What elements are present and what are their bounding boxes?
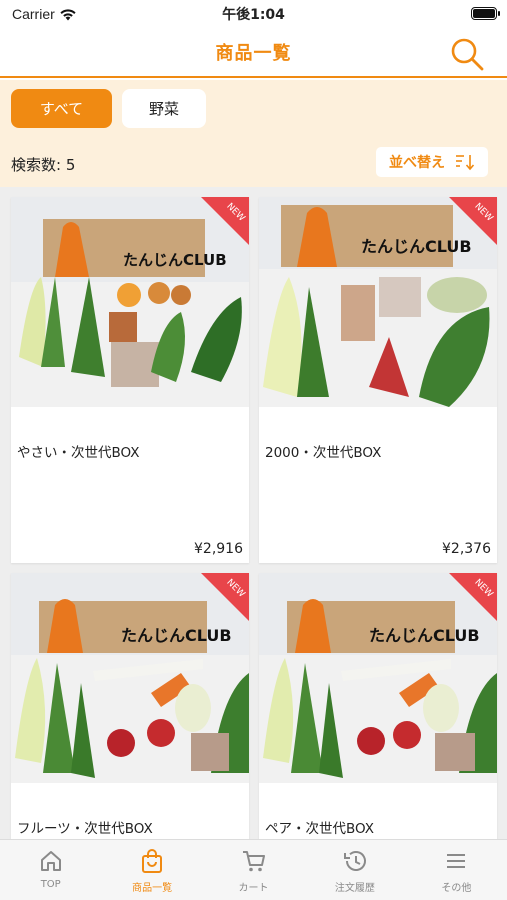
product-name: ペア・次世代BOX [265, 821, 375, 837]
product-card[interactable]: たんじんCLUB NEW やさい・次世代BOX ¥2,916 [11, 197, 249, 563]
product-card[interactable]: たんじんCLUB NEW 2000・次世代BOX ¥2,376 [259, 197, 497, 563]
product-name: フルーツ・次世代BOX [17, 821, 153, 837]
filter-chip-all[interactable]: すべて [11, 89, 112, 128]
tab-top[interactable]: TOP [0, 840, 101, 900]
tab-order-history[interactable]: 注文履歴 [304, 840, 405, 900]
tab-products[interactable]: 商品一覧 [101, 840, 202, 900]
new-badge: NEW [449, 197, 497, 245]
product-name: 2000・次世代BOX [265, 445, 382, 461]
sort-label: 並べ替え [389, 155, 445, 171]
status-time: 午後1:04 [222, 7, 285, 23]
result-count: 検索数: 5 [11, 156, 76, 174]
sort-button[interactable]: 並べ替え [376, 147, 488, 177]
tab-label: 注文履歴 [334, 883, 375, 894]
tab-other[interactable]: その他 [406, 840, 507, 900]
home-icon [40, 851, 61, 871]
tab-label: TOP [40, 879, 61, 890]
product-name: やさい・次世代BOX [17, 445, 140, 461]
svg-text:たんじんCLUB: たんじんCLUB [369, 626, 480, 645]
new-badge: NEW [449, 573, 497, 621]
battery-icon [471, 7, 500, 20]
sort-icon [456, 155, 475, 171]
product-price: ¥2,376 [442, 541, 491, 557]
new-badge: NEW [201, 573, 249, 621]
search-icon[interactable] [449, 36, 485, 72]
svg-text:たんじんCLUB: たんじんCLUB [123, 251, 227, 269]
filter-area: すべて 野菜 検索数: 5 並べ替え [0, 80, 507, 187]
tab-label: カート [238, 883, 269, 894]
shopping-bag-icon [142, 849, 163, 873]
tab-label: その他 [441, 883, 472, 894]
tab-bar: TOP 商品一覧 カート 注文履歴 その他 [0, 839, 507, 900]
product-card[interactable]: たんじんCLUB NEW ペア・次世代BOX [259, 573, 497, 839]
product-grid: たんじんCLUB NEW やさい・次世代BOX ¥2,916 たんじんCLUB … [0, 187, 507, 839]
status-bar: Carrier 午後1:04 [0, 0, 507, 28]
history-icon [343, 851, 366, 871]
cart-icon [242, 851, 265, 872]
filter-chip-vegetables[interactable]: 野菜 [122, 89, 206, 128]
tab-label: 商品一覧 [132, 883, 173, 894]
product-price: ¥2,916 [194, 541, 243, 557]
tab-cart[interactable]: カート [203, 840, 304, 900]
page-title: 商品一覧 [215, 43, 292, 64]
new-badge: NEW [201, 197, 249, 245]
menu-icon [447, 854, 466, 868]
product-card[interactable]: たんじんCLUB NEW フルーツ・次世代BOX [11, 573, 249, 839]
svg-text:たんじんCLUB: たんじんCLUB [121, 626, 232, 645]
navigation-bar: 商品一覧 [0, 28, 507, 78]
